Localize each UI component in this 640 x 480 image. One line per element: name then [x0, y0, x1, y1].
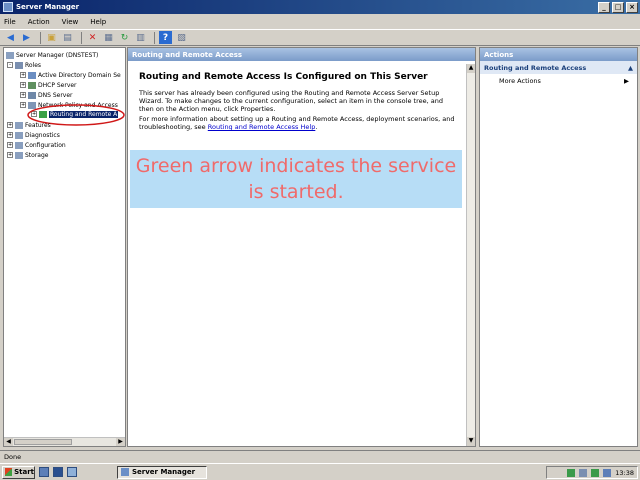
tree-item-dhcp-server[interactable]: + DHCP Server — [20, 80, 77, 90]
clock[interactable]: 13:38 — [615, 469, 634, 477]
expand-toggle[interactable]: + — [7, 152, 13, 158]
security-icon[interactable] — [591, 468, 600, 477]
submenu-arrow-icon: ▶ — [624, 77, 629, 85]
expand-toggle[interactable]: + — [20, 82, 26, 88]
configuration-icon — [15, 141, 23, 149]
back-icon[interactable]: ◀ — [4, 31, 17, 44]
more-info-paragraph: For more information about setting up a … — [139, 115, 455, 131]
up-folder-icon[interactable]: ▣ — [45, 31, 58, 44]
scroll-thumb[interactable] — [14, 439, 72, 445]
results-pane: Routing and Remote Access Routing and Re… — [127, 47, 476, 447]
configured-description: This server has already been configured … — [139, 89, 443, 113]
features-icon — [15, 121, 23, 129]
diagnostics-icon — [15, 131, 23, 139]
results-content: Routing and Remote Access Is Configured … — [139, 72, 459, 133]
routing-help-link[interactable]: Routing and Remote Access Help — [208, 123, 316, 131]
minimize-button[interactable]: _ — [598, 1, 610, 13]
tree-item-roles[interactable]: - Roles — [7, 60, 41, 70]
close-button[interactable]: × — [626, 1, 638, 13]
taskbar-server-manager[interactable]: Server Manager — [117, 465, 207, 479]
menu-file[interactable]: File — [4, 18, 16, 26]
page-title: Routing and Remote Access Is Configured … — [139, 72, 428, 82]
dns-icon — [28, 91, 36, 99]
status-bar: Done — [0, 450, 640, 462]
maximize-button[interactable]: □ — [612, 1, 624, 13]
toolbar: ◀ ▶ ▣ ▤ ✕ ▦ ↻ ▥ ? ▧ — [0, 29, 640, 46]
volume-icon[interactable] — [579, 468, 588, 477]
window-title-bar[interactable]: Server Manager _ □ × — [0, 0, 640, 14]
tree-horizontal-scrollbar[interactable]: ◀ ▶ — [4, 437, 125, 446]
scroll-down-icon[interactable]: ▼ — [467, 437, 475, 446]
toolbar-divider — [81, 31, 82, 44]
menu-bar: File Action View Help — [0, 15, 640, 28]
menu-help[interactable]: Help — [90, 18, 106, 26]
expand-toggle[interactable]: + — [7, 122, 13, 128]
quicklaunch-explorer-icon[interactable] — [67, 467, 77, 477]
toolbar-divider — [40, 31, 41, 44]
delete-icon[interactable]: ✕ — [86, 31, 99, 44]
more-actions-item[interactable]: More Actions ▶ — [480, 74, 637, 85]
quicklaunch-server-manager-icon[interactable] — [39, 467, 49, 477]
server-icon — [6, 51, 14, 59]
tree-item-diagnostics[interactable]: + Diagnostics — [7, 130, 60, 140]
collapse-toggle[interactable]: - — [7, 62, 13, 68]
export-list-icon[interactable]: ▥ — [134, 31, 147, 44]
forward-icon[interactable]: ▶ — [20, 31, 33, 44]
results-vertical-scrollbar[interactable]: ▲ ▼ — [466, 64, 475, 446]
help-icon[interactable]: ? — [159, 31, 172, 44]
expand-toggle[interactable]: + — [7, 132, 13, 138]
expand-toggle[interactable]: + — [7, 142, 13, 148]
scroll-right-icon[interactable]: ▶ — [116, 438, 125, 446]
server-manager-icon — [121, 468, 129, 476]
toolbar-divider — [154, 31, 155, 44]
tree-item-features[interactable]: + Features — [7, 120, 51, 130]
taskbar: Start Server Manager 13:38 — [0, 463, 640, 480]
system-tray: 13:38 — [546, 466, 638, 479]
scroll-up-icon[interactable]: ▲ — [467, 64, 475, 73]
window-title: Server Manager — [16, 3, 80, 11]
dhcp-icon — [28, 81, 36, 89]
network-icon[interactable] — [567, 468, 576, 477]
properties-icon[interactable]: ▦ — [102, 31, 115, 44]
display-icon[interactable] — [603, 468, 612, 477]
expand-toggle[interactable]: + — [20, 92, 26, 98]
collapse-up-icon[interactable]: ▲ — [628, 64, 633, 72]
actions-header: Actions — [480, 48, 637, 61]
storage-icon — [15, 151, 23, 159]
show-action-pane-icon[interactable]: ▧ — [175, 31, 188, 44]
actions-pane: Actions Routing and Remote Access ▲ More… — [479, 47, 638, 447]
tree-item-active-directory[interactable]: + Active Directory Domain Se — [20, 70, 121, 80]
active-directory-icon — [28, 71, 36, 79]
menu-view[interactable]: View — [62, 18, 79, 26]
menu-action[interactable]: Action — [28, 18, 50, 26]
show-hide-tree-icon[interactable]: ▤ — [61, 31, 74, 44]
tree-item-server-manager[interactable]: Server Manager (DNSTEST) — [6, 50, 98, 60]
windows-logo-icon — [5, 468, 13, 476]
roles-icon — [15, 61, 23, 69]
tree-item-dns-server[interactable]: + DNS Server — [20, 90, 73, 100]
results-pane-header: Routing and Remote Access — [128, 48, 475, 61]
actions-section-header[interactable]: Routing and Remote Access ▲ — [480, 61, 637, 74]
start-button[interactable]: Start — [2, 465, 35, 479]
console-tree: Server Manager (DNSTEST) - Roles + Activ… — [3, 47, 126, 447]
tree-item-configuration[interactable]: + Configuration — [7, 140, 66, 150]
scroll-left-icon[interactable]: ◀ — [4, 438, 13, 446]
annotation-callout: Green arrow indicates the service is sta… — [130, 150, 462, 208]
quicklaunch-powershell-icon[interactable] — [53, 467, 63, 477]
server-manager-icon — [3, 2, 13, 12]
expand-toggle[interactable]: + — [20, 72, 26, 78]
tree-item-storage[interactable]: + Storage — [7, 150, 48, 160]
refresh-icon[interactable]: ↻ — [118, 31, 131, 44]
